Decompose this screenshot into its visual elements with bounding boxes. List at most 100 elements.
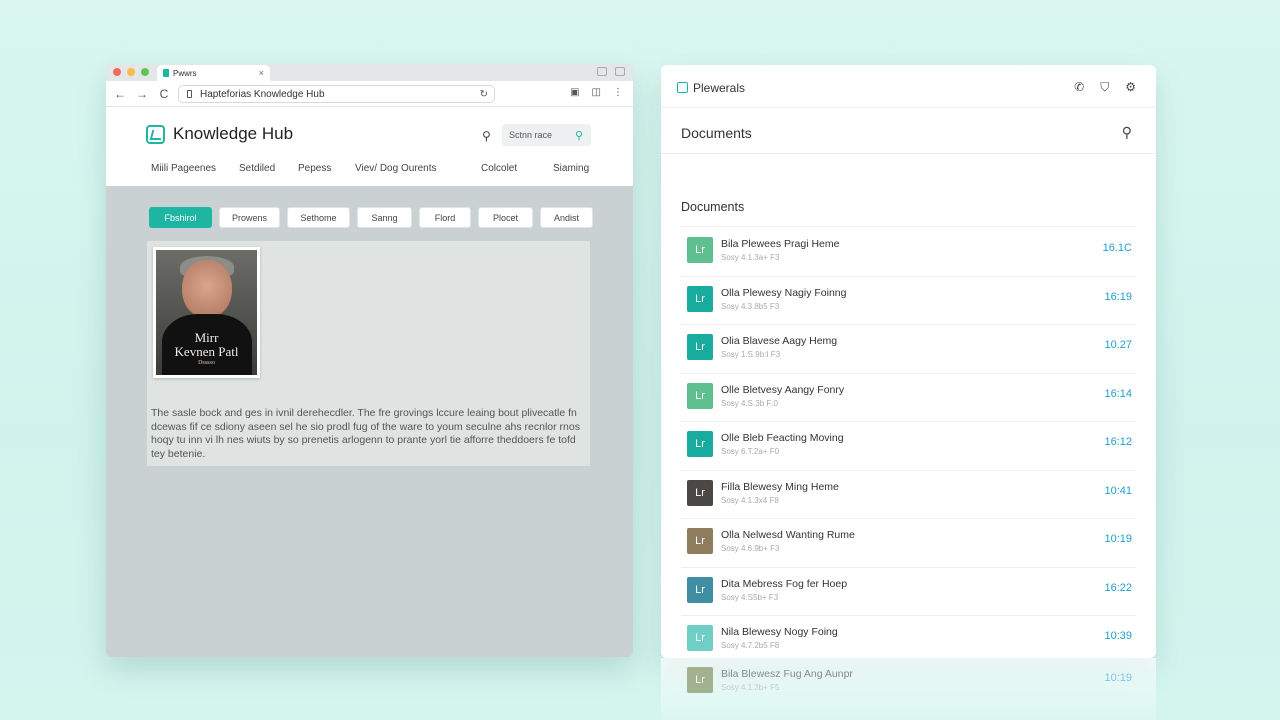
phone-icon[interactable]: ✆ [1074, 80, 1084, 95]
document-title: Dita Mebress Fog fer Hoep [721, 577, 848, 590]
panel-actions: ✆ ⛉ ⚙ [1074, 80, 1136, 95]
portrait-face [182, 260, 232, 318]
extension-icon[interactable]: ▣ [570, 87, 579, 98]
document-icon: Lr [687, 382, 713, 409]
section-title: Documents [681, 200, 745, 214]
document-time: 10:19 [1104, 672, 1132, 684]
document-title: Bila Blewesz Fug Ang Aunpr [721, 668, 853, 680]
list-item[interactable]: Lr Olle Bletvesy Aangy Fonry Sosy 4.S.3b F… [681, 374, 1136, 422]
user-icon[interactable]: ⚲ [482, 129, 491, 143]
document-meta: Sosy 4.1.3x4 F8 [721, 495, 779, 505]
document-time: 16:19 [1104, 290, 1132, 303]
document-title: Filla Blewesy Ming Heme [721, 480, 839, 493]
panel-title: Documents [681, 125, 752, 141]
panel-topbar: Plewerals ✆ ⛉ ⚙ [661, 65, 1156, 108]
list-item[interactable]: Lr Bila Blewesz Fug Ang Aunpr Sosy 4.1.3b+… [681, 658, 1136, 707]
panel-reflection: Lr Bila Blewesz Fug Ang Aunpr Sosy 4.1.3b+… [661, 658, 1156, 720]
reload-button[interactable]: C [158, 87, 170, 101]
browser-window: Pwwrs × ← → C Hapteforias Knowledge Hub … [106, 64, 633, 657]
portrait-image: Mirr Kevnen Patl Dsssso [153, 247, 260, 378]
document-meta: Sosy 4.1.3a+ F3 [721, 253, 780, 262]
document-time: 10.27 [1104, 339, 1132, 351]
document-title: Olla Nelwesd Wanting Rume [721, 529, 855, 541]
filter-chip[interactable]: Sanng [357, 207, 412, 228]
lock-icon [187, 90, 192, 98]
document-meta: Sosy 4.6.9b+ F3 [721, 544, 780, 553]
list-item[interactable]: Lr Olla Plewesy Nagiy Foinng Sosy 4.3.8b5 … [681, 277, 1136, 325]
filter-chip[interactable]: Fbshirol [149, 207, 212, 228]
site-title: Knowledge Hub [173, 124, 294, 143]
nav-item-pages[interactable]: Miili Pageenes [151, 163, 239, 174]
document-meta: Sosy 6.T.2a+ F0 [721, 447, 780, 456]
document-time: 10:41 [1104, 484, 1132, 497]
filter-chip[interactable]: Flord [419, 207, 471, 228]
site-logo[interactable]: Knowledge Hub [146, 124, 293, 144]
document-meta: Sosy 4.S.3b F:0 [721, 398, 778, 408]
search-icon[interactable]: ⚲ [1122, 124, 1132, 141]
list-item[interactable]: Lr Olla Nelwesd Wanting Rume Sosy 4.6.9b+ … [681, 519, 1136, 568]
portrait-photo: Mirr Kevnen Patl Dsssso [156, 250, 257, 375]
portrait-name-line2: Kevnen Patl [174, 344, 239, 359]
tab-close-icon[interactable]: × [259, 68, 264, 78]
document-icon: Lr [687, 625, 713, 651]
tag-icon[interactable]: ⛉ [1100, 80, 1109, 95]
nav-item-settled[interactable]: Setdiled [239, 163, 298, 174]
search-input[interactable]: Sctnn race ⚲ [502, 124, 591, 146]
document-list: Lr Bila Plewees Pragi Heme Sosy 4.1.3a+ F3… [681, 228, 1136, 658]
document-meta: Sosy 4.3.8b5 F3 [721, 301, 780, 311]
document-icon: Lr [687, 334, 713, 360]
app-name: Plewerals [693, 81, 746, 95]
document-time: 10:19 [1104, 533, 1132, 545]
list-item[interactable]: Lr Nila Blewesy Nogy Foing Sosy 4.7.2b5 F8… [681, 616, 1136, 658]
window-restore-icon[interactable] [615, 67, 625, 76]
document-meta: Sosy 4.7.2b5 F8 [721, 641, 780, 650]
favicon-icon [163, 69, 169, 77]
bookmark-icon[interactable]: ◫ [592, 87, 601, 98]
document-icon: Lr [687, 431, 713, 457]
nav-item-pepess[interactable]: Pepess [298, 163, 355, 174]
forward-button[interactable]: → [136, 87, 148, 101]
nav-item-documents[interactable]: Viev/ Dog Ourents [355, 163, 481, 174]
site-nav: Miili Pageenes Setdiled Pepess Viev/ Dog… [151, 163, 589, 174]
app-icon [677, 82, 688, 93]
nav-item-colcolet[interactable]: Colcolet [481, 163, 553, 174]
document-time: 10:39 [1104, 630, 1132, 642]
back-button[interactable]: ← [114, 87, 126, 101]
filter-chip[interactable]: Prowens [219, 207, 280, 228]
document-meta: Sosy 1.S.9b:I F3 [721, 350, 781, 359]
close-window-button[interactable] [113, 68, 121, 76]
document-time: 16:22 [1104, 581, 1132, 594]
filter-chip[interactable]: Sethome [287, 207, 350, 228]
document-icon: Lr [687, 528, 713, 554]
portrait-caption: Dsssso [198, 360, 215, 366]
minimize-window-button[interactable] [127, 68, 135, 76]
document-meta: Sosy 4.S5b+ F3 [721, 592, 779, 602]
url-field[interactable]: Hapteforias Knowledge Hub ↻ [178, 85, 495, 103]
list-item[interactable]: Lr Olia Blavese Aagy Hemg Sosy 1.S.9b:I F3… [681, 325, 1136, 374]
document-title: Olle Bletvesy Aangy Fonry [721, 383, 845, 396]
document-title: Bila Plewees Pragi Heme [721, 238, 840, 250]
list-item[interactable]: Lr Olle Bleb Feacting Moving Sosy 6.T.2a+ … [681, 422, 1136, 471]
filter-chip[interactable]: Andist [540, 207, 593, 228]
document-title: Olla Plewesy Nagiy Foinng [721, 286, 847, 299]
document-meta: Sosy 4.1.3b+ F5 [721, 683, 780, 692]
menu-icon[interactable]: ⋮ [613, 87, 623, 98]
list-item[interactable]: Lr Dita Mebress Fog fer Hoep Sosy 4.S5b+ F… [681, 568, 1136, 616]
document-time: 16:14 [1104, 387, 1132, 400]
maximize-window-button[interactable] [141, 68, 149, 76]
browser-tab[interactable]: Pwwrs × [157, 65, 270, 81]
nav-item-siaming[interactable]: Siaming [553, 163, 589, 174]
panel-header: Documents ⚲ [661, 108, 1156, 154]
document-icon: Lr [687, 237, 713, 263]
search-icon[interactable]: ⚲ [575, 129, 583, 142]
tab-list-icon[interactable] [597, 67, 607, 76]
list-item[interactable]: Lr Bila Plewees Pragi Heme Sosy 4.1.3a+ F3… [681, 228, 1136, 277]
filter-chip[interactable]: Plocet [478, 207, 533, 228]
document-icon: Lr [687, 479, 713, 506]
tab-title: Pwwrs [173, 68, 197, 78]
settings-icon[interactable]: ⚙ [1125, 80, 1136, 95]
main-content: Fbshirol Prowens Sethome Sanng Flord Plo… [106, 186, 633, 637]
filter-chips: Fbshirol Prowens Sethome Sanng Flord Plo… [149, 207, 593, 228]
list-item[interactable]: Lr Filla Blewesy Ming Heme Sosy 4.1.3x4 F8… [681, 471, 1136, 519]
refresh-icon[interactable]: ↻ [480, 89, 488, 100]
